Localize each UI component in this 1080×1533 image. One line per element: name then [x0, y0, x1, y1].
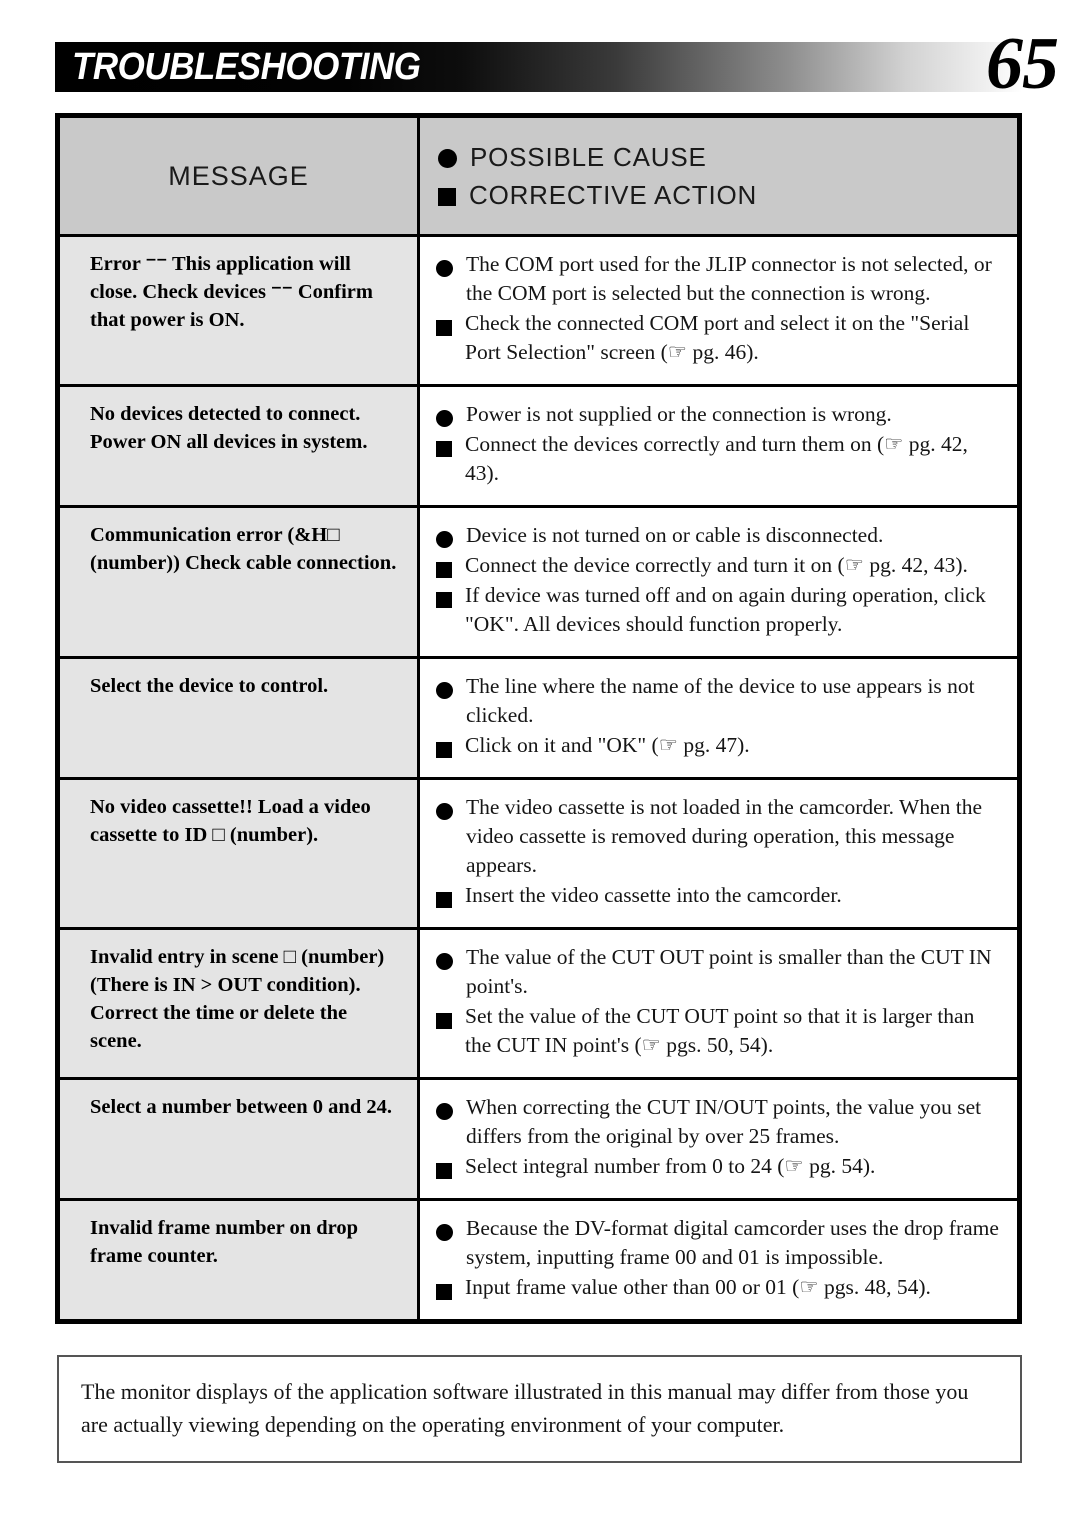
square-bullet-icon [436, 742, 452, 758]
item-text: Connect the devices correctly and turn t… [465, 432, 968, 485]
item-text: Because the DV-format digital camcorder … [466, 1216, 999, 1269]
item-text: The COM port used for the JLIP connector… [466, 252, 992, 305]
cell-cause-action: The line where the name of the device to… [420, 659, 1017, 777]
page-title: TROUBLESHOOTING [72, 46, 421, 88]
circle-bullet-icon [438, 149, 457, 168]
square-bullet-icon [436, 562, 452, 578]
cell-cause-action: When correcting the CUT IN/OUT points, t… [420, 1080, 1017, 1198]
square-bullet-icon [436, 1163, 452, 1179]
circle-bullet-icon [436, 953, 453, 970]
item-text: The video cassette is not loaded in the … [466, 795, 983, 877]
circle-bullet-icon [436, 682, 453, 699]
table-row: Communication error (&H□ (number)) Check… [60, 505, 1017, 656]
cell-message: No video cassette!! Load a video cassett… [60, 780, 420, 927]
corrective-action-item: Input frame value other than 00 or 01 (☞… [436, 1273, 1001, 1302]
message-text: No video cassette!! Load a video cassett… [90, 796, 371, 846]
header-cell-message: MESSAGE [60, 118, 420, 234]
circle-bullet-icon [436, 410, 453, 427]
troubleshooting-table: MESSAGE POSSIBLE CAUSE CORRECTIVE ACTION… [55, 113, 1022, 1324]
message-text: Communication error (&H□ (number)) Check… [90, 524, 397, 574]
column-header-possible-cause: POSSIBLE CAUSE [438, 140, 1001, 174]
item-text: Input frame value other than 00 or 01 (☞… [465, 1275, 931, 1299]
circle-bullet-icon [436, 1224, 453, 1241]
table-row: Error ⁻⁻ This application will close. Ch… [60, 234, 1017, 384]
cell-message: Select a number between 0 and 24. [60, 1080, 420, 1198]
square-bullet-icon [436, 320, 452, 336]
corrective-action-item: Set the value of the CUT OUT point so th… [436, 1002, 1001, 1060]
column-header-corrective-action-label: CORRECTIVE ACTION [469, 180, 758, 210]
circle-bullet-icon [436, 1103, 453, 1120]
item-text: The line where the name of the device to… [466, 674, 975, 727]
column-header-possible-cause-label: POSSIBLE CAUSE [470, 142, 707, 172]
message-text: Error ⁻⁻ This application will close. Ch… [90, 253, 373, 331]
page-header: TROUBLESHOOTING 65 [0, 0, 1080, 110]
possible-cause-item: The video cassette is not loaded in the … [436, 793, 1001, 880]
column-header-message: MESSAGE [168, 160, 309, 191]
circle-bullet-icon [436, 803, 453, 820]
item-text: Check the connected COM port and select … [465, 311, 970, 364]
cell-cause-action: Power is not supplied or the connection … [420, 387, 1017, 505]
corrective-action-item: Select integral number from 0 to 24 (☞ p… [436, 1152, 1001, 1181]
footer-note-text: The monitor displays of the application … [81, 1379, 969, 1437]
item-text: Select integral number from 0 to 24 (☞ p… [465, 1154, 876, 1178]
possible-cause-item: Because the DV-format digital camcorder … [436, 1214, 1001, 1272]
item-text: Device is not turned on or cable is disc… [466, 523, 884, 547]
cell-message: Error ⁻⁻ This application will close. Ch… [60, 237, 420, 384]
corrective-action-item: Click on it and "OK" (☞ pg. 47). [436, 731, 1001, 760]
corrective-action-item: Insert the video cassette into the camco… [436, 881, 1001, 910]
possible-cause-item: Device is not turned on or cable is disc… [436, 521, 1001, 550]
cell-message: Invalid entry in scene □ (number) (There… [60, 930, 420, 1077]
message-text: Invalid entry in scene □ (number) (There… [90, 946, 385, 1052]
circle-bullet-icon [436, 260, 453, 277]
table-header-row: MESSAGE POSSIBLE CAUSE CORRECTIVE ACTION [60, 118, 1017, 234]
cell-cause-action: The value of the CUT OUT point is smalle… [420, 930, 1017, 1077]
message-text: Select the device to control. [90, 675, 329, 697]
page-number: 65 [986, 23, 1059, 105]
item-text: When correcting the CUT IN/OUT points, t… [466, 1095, 982, 1148]
possible-cause-item: Power is not supplied or the connection … [436, 400, 1001, 429]
table-row: Select the device to control. The line wh… [60, 656, 1017, 777]
cell-cause-action: Because the DV-format digital camcorder … [420, 1201, 1017, 1319]
cell-message: No devices detected to connect. Power ON… [60, 387, 420, 505]
item-text: If device was turned off and on again du… [465, 583, 986, 636]
possible-cause-item: The line where the name of the device to… [436, 672, 1001, 730]
message-text: Select a number between 0 and 24. [90, 1096, 392, 1118]
corrective-action-item: Connect the device correctly and turn it… [436, 551, 1001, 580]
square-bullet-icon [436, 1284, 452, 1300]
corrective-action-item: Check the connected COM port and select … [436, 309, 1001, 367]
cell-message: Invalid frame number on drop frame count… [60, 1201, 420, 1319]
item-text: Insert the video cassette into the camco… [465, 883, 842, 907]
cell-message: Communication error (&H□ (number)) Check… [60, 508, 420, 656]
possible-cause-item: The value of the CUT OUT point is smalle… [436, 943, 1001, 1001]
square-bullet-icon [436, 1013, 452, 1029]
cell-message: Select the device to control. [60, 659, 420, 777]
possible-cause-item: The COM port used for the JLIP connector… [436, 250, 1001, 308]
item-text: Connect the device correctly and turn it… [465, 553, 968, 577]
corrective-action-item: Connect the devices correctly and turn t… [436, 430, 1001, 488]
cell-cause-action: Device is not turned on or cable is disc… [420, 508, 1017, 656]
table-row: No devices detected to connect. Power ON… [60, 384, 1017, 505]
corrective-action-item: If device was turned off and on again du… [436, 581, 1001, 639]
table-row: Select a number between 0 and 24. When co… [60, 1077, 1017, 1198]
item-text: Set the value of the CUT OUT point so th… [465, 1004, 975, 1057]
square-bullet-icon [436, 592, 452, 608]
cell-cause-action: The COM port used for the JLIP connector… [420, 237, 1017, 384]
item-text: The value of the CUT OUT point is smalle… [466, 945, 992, 998]
footer-note-box: The monitor displays of the application … [57, 1355, 1022, 1463]
item-text: Power is not supplied or the connection … [466, 402, 892, 426]
square-bullet-icon [436, 441, 452, 457]
table-row: Invalid frame number on drop frame count… [60, 1198, 1017, 1319]
table-row: Invalid entry in scene □ (number) (There… [60, 927, 1017, 1077]
table-row: No video cassette!! Load a video cassett… [60, 777, 1017, 927]
item-text: Click on it and "OK" (☞ pg. 47). [465, 733, 750, 757]
header-cell-cause-action: POSSIBLE CAUSE CORRECTIVE ACTION [420, 118, 1017, 234]
circle-bullet-icon [436, 531, 453, 548]
possible-cause-item: When correcting the CUT IN/OUT points, t… [436, 1093, 1001, 1151]
column-header-corrective-action: CORRECTIVE ACTION [438, 178, 1001, 212]
message-text: Invalid frame number on drop frame count… [90, 1217, 359, 1267]
cell-cause-action: The video cassette is not loaded in the … [420, 780, 1017, 927]
square-bullet-icon [436, 892, 452, 908]
message-text: No devices detected to connect. Power ON… [90, 403, 368, 453]
square-bullet-icon [438, 188, 456, 206]
